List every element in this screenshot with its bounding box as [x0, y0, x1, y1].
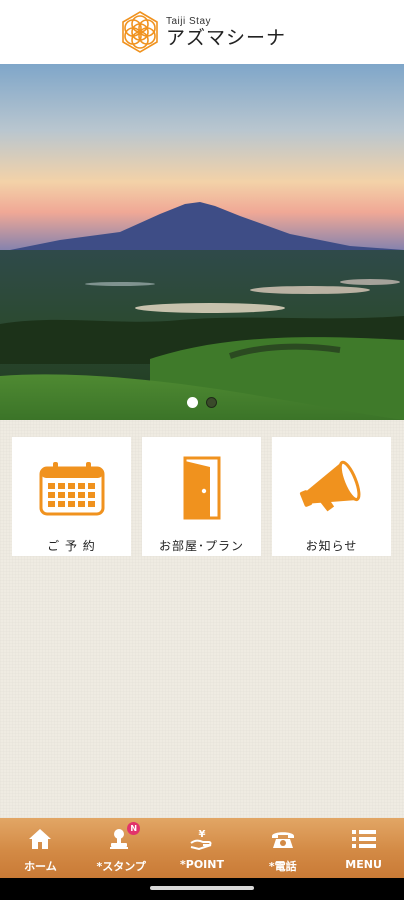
nav-phone[interactable]: *電話 — [242, 818, 323, 878]
home-indicator[interactable] — [150, 886, 254, 890]
megaphone-icon — [299, 460, 360, 512]
logo-title: アズマシーナ — [165, 26, 286, 49]
point-icon: ¥ — [190, 829, 212, 851]
nav-home[interactable]: ホーム — [0, 818, 81, 878]
hero-carousel[interactable] — [0, 64, 404, 420]
nav-stamp-label: *スタンプ — [96, 860, 146, 873]
nav-point[interactable]: ¥ *POINT — [162, 818, 243, 878]
rooms-plan-tile[interactable]: お部屋･プラン — [142, 437, 261, 556]
reservation-label: ご 予 約 — [47, 539, 96, 553]
home-icon — [29, 829, 52, 849]
door-icon — [183, 456, 220, 520]
stamp-new-badge: N — [127, 822, 141, 835]
nav-menu[interactable]: MENU — [323, 818, 404, 878]
svg-text:¥: ¥ — [199, 829, 206, 840]
carousel-dots — [0, 397, 404, 408]
menu-tiles: ご 予 約 お部屋･プラン お知らせ — [12, 437, 392, 556]
carousel-dot-1[interactable] — [187, 397, 198, 408]
menu-icon — [351, 830, 376, 848]
mountain-landscape-image — [0, 64, 404, 420]
reservation-tile[interactable]: ご 予 約 — [12, 437, 131, 556]
bottom-nav: ホーム N *スタンプ ¥ *POINT *電話 MENU — [0, 818, 404, 878]
nav-stamp[interactable]: N *スタンプ — [81, 818, 162, 878]
nav-menu-label: MENU — [345, 858, 382, 871]
news-label: お知らせ — [305, 539, 358, 553]
system-nav-bar — [0, 878, 404, 900]
news-tile[interactable]: お知らせ — [272, 437, 391, 556]
nav-home-label: ホーム — [24, 860, 57, 873]
rooms-plan-label: お部屋･プラン — [158, 539, 244, 553]
phone-icon — [271, 832, 294, 848]
app-header: Taiji Stay アズマシーナ — [0, 0, 404, 64]
carousel-dot-2[interactable] — [206, 397, 217, 408]
logo-subtitle: Taiji Stay — [165, 15, 211, 27]
calendar-icon — [39, 462, 104, 516]
logo[interactable]: Taiji Stay アズマシーナ — [118, 10, 286, 54]
nav-point-label: *POINT — [180, 858, 224, 871]
flower-logo-icon — [122, 11, 158, 53]
nav-phone-label: *電話 — [268, 860, 297, 873]
